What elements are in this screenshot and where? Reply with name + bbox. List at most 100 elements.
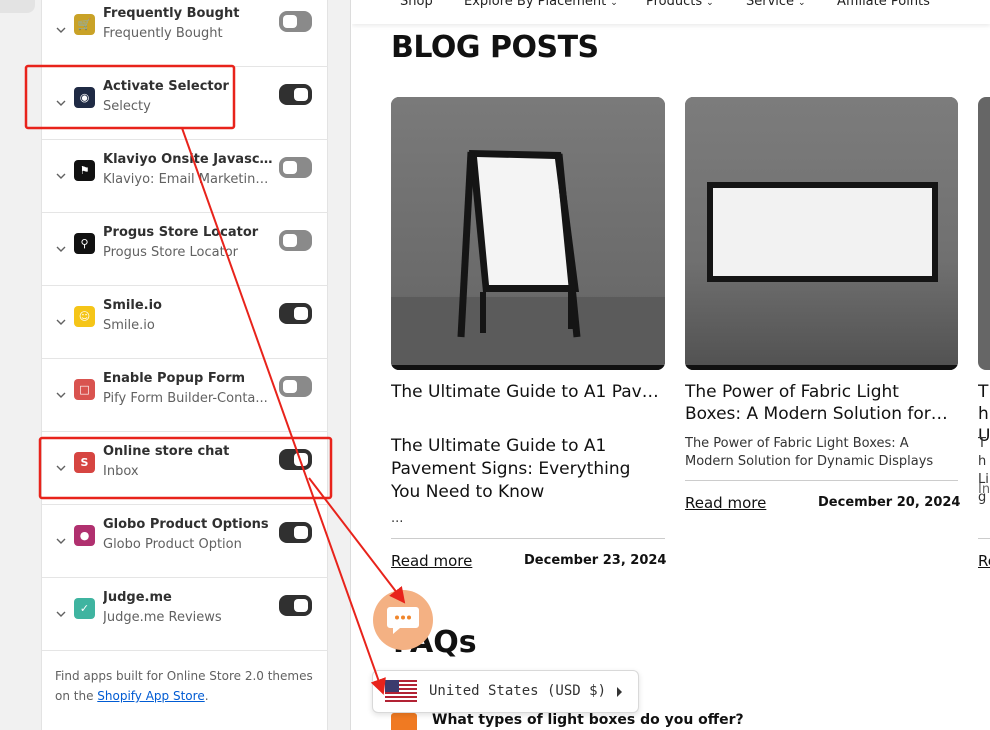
nav-item-explore-by-placement[interactable]: Explore By Placement ⌄ xyxy=(464,0,618,9)
app-embed-title: Online store chat xyxy=(103,444,230,459)
chevron-down-icon[interactable] xyxy=(55,140,67,212)
panel-footer-end: . xyxy=(204,689,209,703)
blog-post-2-date: December 20, 2024 xyxy=(818,495,961,510)
app-embed-row[interactable]: ⚑ Klaviyo Onsite Javascript Klaviyo: Email… xyxy=(42,140,328,213)
fabric-light-box-photo xyxy=(685,97,958,370)
app-embed-title: Progus Store Locator xyxy=(103,225,259,240)
app-embed-toggle[interactable] xyxy=(279,522,312,543)
app-embed-toggle[interactable] xyxy=(279,11,312,32)
app-embed-row[interactable]: S Online store chat Inbox xyxy=(42,432,328,505)
app-embed-subtitle: Globo Product Option xyxy=(103,537,242,552)
app-embed-toggle[interactable] xyxy=(279,376,312,397)
app-embed-toggle[interactable] xyxy=(279,303,312,324)
blog-post-1-title[interactable]: The Ultimate Guide to A1 Pavement Signs:… xyxy=(391,435,665,504)
chevron-down-icon: ⌄ xyxy=(610,0,618,8)
app-embed-row[interactable]: □ Enable Popup Form Pify Form Builder-Cont… xyxy=(42,359,328,432)
currency-selector[interactable]: United States (USD $) xyxy=(372,670,639,713)
chevron-down-icon[interactable] xyxy=(55,505,67,577)
app-embed-row[interactable]: 🛒 Frequently Bought Frequently Bought xyxy=(42,0,328,67)
app-embed-toggle[interactable] xyxy=(279,157,312,178)
blog-post-3-read-more-link[interactable]: Re xyxy=(978,552,990,570)
divider xyxy=(685,480,958,481)
globo-icon: ● xyxy=(74,525,95,546)
toggle-knob xyxy=(283,380,297,393)
shopify-app-store-link[interactable]: Shopify App Store xyxy=(97,689,204,703)
blog-post-1-excerpt: ... xyxy=(391,511,404,526)
rail-tab[interactable] xyxy=(0,0,35,13)
blog-post-1-date: December 23, 2024 xyxy=(524,553,667,568)
faq-question[interactable]: What types of light boxes do you offer? xyxy=(432,712,744,728)
divider xyxy=(978,538,990,539)
app-embed-subtitle: Frequently Bought xyxy=(103,26,223,41)
chevron-down-icon[interactable] xyxy=(55,286,67,358)
app-embed-title: Klaviyo Onsite Javascript xyxy=(103,152,273,167)
app-embed-title: Globo Product Options xyxy=(103,517,269,532)
blog-post-2-excerpt: The Power of Fabric Light Boxes: A Moder… xyxy=(685,436,934,469)
nav-item-service[interactable]: Service ⌄ xyxy=(746,0,806,9)
map-pin-icon: ⚲ xyxy=(74,233,95,254)
app-embed-title: Enable Popup Form xyxy=(103,371,246,386)
app-embed-row[interactable]: ● Globo Product Options Globo Product Opti… xyxy=(42,505,328,578)
shopping-cart-icon: 🛒 xyxy=(74,14,95,35)
blog-post-2-title-text[interactable]: The Power of Fabric Light Boxes: A Moder… xyxy=(685,381,958,425)
panel-footer: Find apps built for Online Store 2.0 the… xyxy=(55,666,323,706)
inbox-s-icon: S xyxy=(74,452,95,473)
app-embed-subtitle: Pify Form Builder-Conta... xyxy=(103,391,268,406)
chevron-down-icon[interactable] xyxy=(55,0,67,66)
blog-post-2-title[interactable]: The Power of Fabric Light Boxes: A Moder… xyxy=(685,381,958,425)
app-embed-subtitle: Smile.io xyxy=(103,318,155,333)
app-embed-row[interactable]: ⚲ Progus Store Locator Progus Store Locato… xyxy=(42,213,328,286)
app-embed-toggle[interactable] xyxy=(279,449,312,470)
panel-gutter xyxy=(328,0,351,730)
app-embed-title: Activate Selector xyxy=(103,79,229,94)
blog-post-3-image[interactable] xyxy=(978,97,990,370)
toggle-knob xyxy=(294,526,308,539)
chevron-down-icon[interactable] xyxy=(55,213,67,285)
app-embed-subtitle: Judge.me Reviews xyxy=(103,610,222,625)
app-embed-subtitle: Progus Store Locator xyxy=(103,245,238,260)
globe-selector-icon: ◉ xyxy=(74,87,95,108)
app-embed-toggle[interactable] xyxy=(279,230,312,251)
app-embed-subtitle: Selecty xyxy=(103,99,151,114)
toggle-knob xyxy=(283,234,297,247)
chevron-down-icon[interactable] xyxy=(55,67,67,139)
faq-item[interactable]: What types of light boxes do you offer? xyxy=(391,710,891,730)
app-embed-row[interactable]: ◉ Activate Selector Selecty xyxy=(42,67,328,140)
toggle-knob xyxy=(294,88,308,101)
left-rail xyxy=(0,0,41,730)
toggle-knob xyxy=(294,599,308,612)
toggle-knob xyxy=(294,453,308,466)
blog-post-1-read-more-link[interactable]: Read more xyxy=(391,552,472,570)
toggle-knob xyxy=(294,307,308,320)
nav-item-products[interactable]: Products ⌄ xyxy=(646,0,714,9)
toggle-knob xyxy=(283,15,297,28)
app-embed-row[interactable]: ✓ Judge.me Judge.me Reviews xyxy=(42,578,328,651)
us-flag-icon xyxy=(385,680,417,704)
blog-post-1-title-short[interactable]: The Ultimate Guide to A1 Pavement Signs:… xyxy=(391,381,665,403)
app-embeds-panel: 🛒 Frequently Bought Frequently Bought ◉ Acti… xyxy=(41,0,328,730)
chevron-down-icon[interactable] xyxy=(55,432,67,504)
app-embed-toggle[interactable] xyxy=(279,595,312,616)
app-embed-title: Frequently Bought xyxy=(103,6,240,21)
chat-bubble-icon xyxy=(387,607,419,634)
nav-item-shop[interactable]: Shop xyxy=(400,0,433,9)
chevron-down-icon[interactable] xyxy=(55,578,67,650)
app-embed-toggle[interactable] xyxy=(279,84,312,105)
chevron-down-icon: ⌄ xyxy=(798,0,806,8)
caret-right-icon xyxy=(617,687,622,697)
app-embed-subtitle: Inbox xyxy=(103,464,139,479)
checkmark-icon: ✓ xyxy=(74,598,95,619)
blog-post-2-read-more-link[interactable]: Read more xyxy=(685,494,766,512)
blog-post-1-image[interactable] xyxy=(391,97,665,370)
klaviyo-flag-icon: ⚑ xyxy=(74,160,95,181)
smile-icon: ☺ xyxy=(74,306,95,327)
chevron-down-icon: ⌄ xyxy=(706,0,714,8)
chat-launcher-button[interactable] xyxy=(373,590,433,650)
chevron-down-icon[interactable] xyxy=(55,359,67,431)
nav-item-affiliate-points[interactable]: Affiliate Points xyxy=(837,0,930,9)
blog-post-2-image[interactable] xyxy=(685,97,958,370)
app-embed-row[interactable]: ☺ Smile.io Smile.io xyxy=(42,286,328,359)
app-embed-title: Smile.io xyxy=(103,298,162,313)
top-navigation: Shop Explore By Placement ⌄ Products ⌄ Ser… xyxy=(352,0,990,24)
popup-form-icon: □ xyxy=(74,379,95,400)
